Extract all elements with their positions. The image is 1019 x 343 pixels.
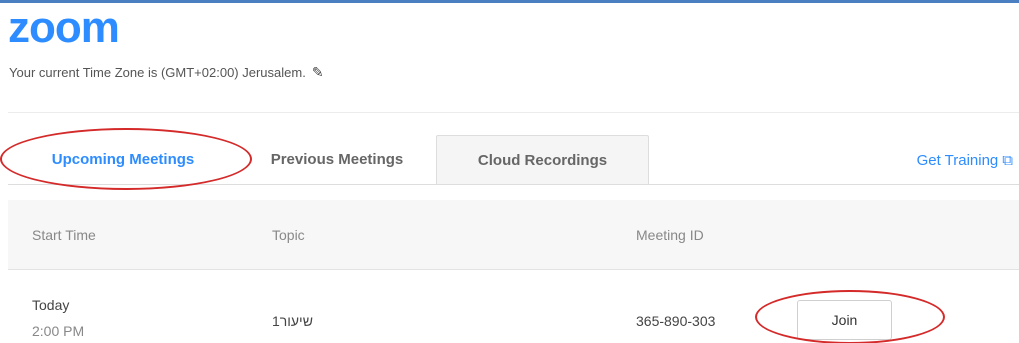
table-header: Start Time Topic Meeting ID (8, 200, 1019, 270)
table-row: Today 2:00 PM שיעור1 365-890-303 Join (8, 271, 1019, 343)
join-button[interactable]: Join (797, 300, 892, 340)
header-topic: Topic (272, 227, 305, 243)
get-training-link[interactable]: Get Training ⧉ (917, 135, 1013, 185)
timezone-text: Your current Time Zone is (GMT+02:00) Je… (9, 65, 306, 80)
divider (8, 112, 1019, 113)
tab-cloud-recordings[interactable]: Cloud Recordings (436, 135, 649, 184)
tab-previous-meetings[interactable]: Previous Meetings (238, 135, 436, 184)
external-link-icon: ⧉ (1002, 151, 1013, 169)
header-meeting-id: Meeting ID (636, 227, 704, 243)
header-start-time: Start Time (32, 227, 96, 243)
row-topic[interactable]: שיעור1 (272, 313, 313, 329)
row-meeting-id: 365-890-303 (636, 313, 716, 329)
timezone-info: Your current Time Zone is (GMT+02:00) Je… (9, 64, 324, 81)
top-border (0, 0, 1019, 3)
row-time: 2:00 PM (32, 323, 85, 339)
pencil-icon[interactable]: ✎ (312, 64, 324, 81)
zoom-meetings-page: zoom Your current Time Zone is (GMT+02:0… (0, 0, 1019, 343)
row-date: Today (32, 297, 70, 313)
meeting-tabs: Upcoming Meetings Previous Meetings Clou… (8, 135, 1019, 185)
tab-upcoming-meetings[interactable]: Upcoming Meetings (8, 135, 238, 184)
get-training-label: Get Training (916, 151, 999, 169)
zoom-logo: zoom (8, 3, 120, 52)
